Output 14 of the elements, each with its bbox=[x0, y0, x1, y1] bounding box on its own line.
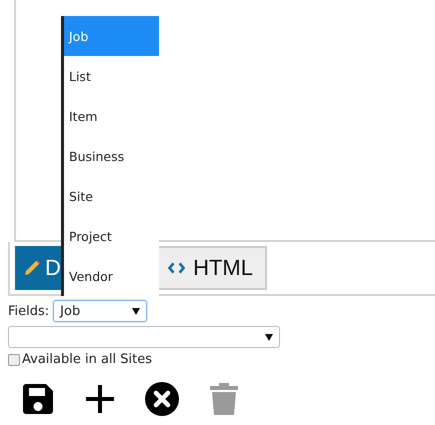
checkbox[interactable] bbox=[8, 354, 20, 366]
fields-select[interactable]: Job bbox=[53, 300, 148, 322]
dropdown-option[interactable]: Site bbox=[64, 176, 159, 216]
select-field[interactable] bbox=[8, 326, 280, 348]
fields-label: Fields: bbox=[8, 304, 50, 318]
close-icon[interactable] bbox=[144, 381, 180, 417]
checkbox-label: Available in all Sites bbox=[22, 352, 152, 367]
dropdown-option[interactable]: Business bbox=[64, 136, 159, 176]
caret-icon bbox=[132, 307, 140, 315]
dropdown-option[interactable]: Item bbox=[64, 96, 159, 136]
caret-icon bbox=[265, 333, 273, 341]
pencil-icon bbox=[23, 259, 41, 277]
dropdown-option[interactable]: List bbox=[64, 56, 159, 96]
save-icon[interactable] bbox=[20, 381, 56, 417]
